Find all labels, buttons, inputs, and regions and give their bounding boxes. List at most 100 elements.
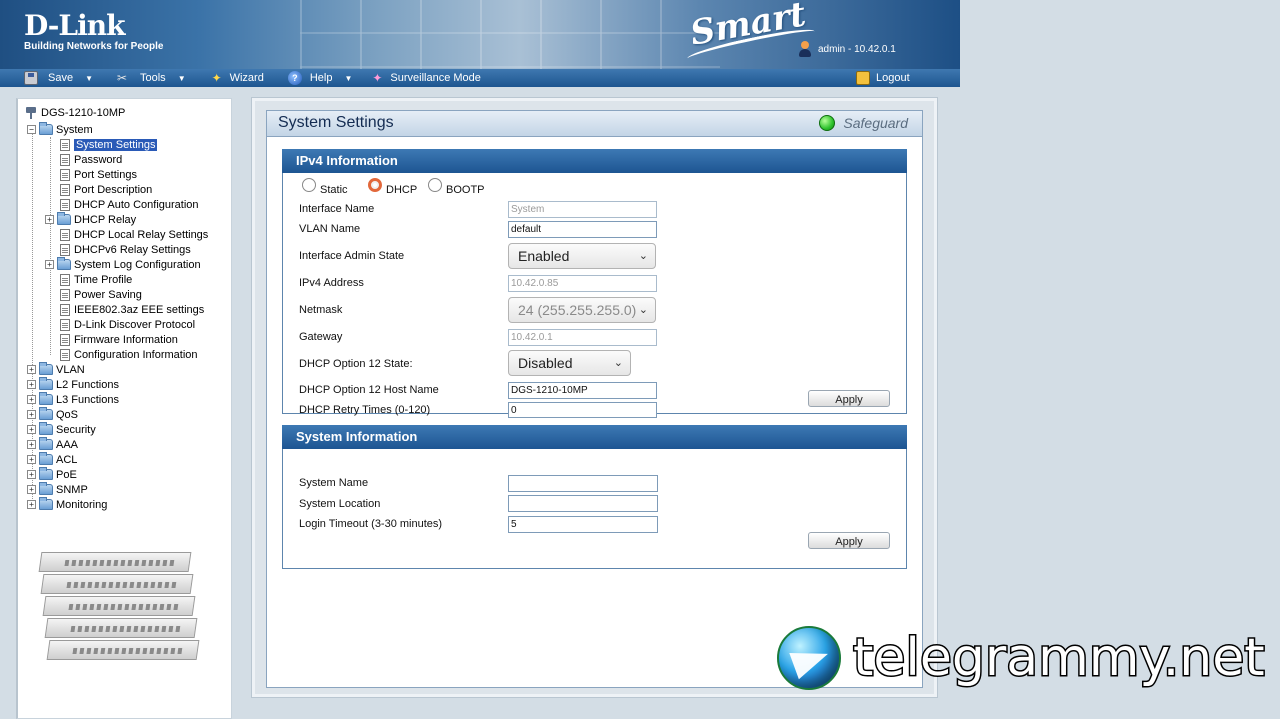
menu-logout[interactable]: Logout (850, 69, 916, 87)
tree-folder-monitoring[interactable]: + Monitoring (27, 497, 107, 512)
folder-icon (39, 437, 53, 450)
tree-root-label: DGS-1210-10MP (41, 106, 126, 119)
tree-folder-qos[interactable]: + QoS (27, 407, 78, 422)
expand-icon[interactable]: + (27, 365, 36, 374)
tree-folder-poe[interactable]: + PoE (27, 467, 77, 482)
tree-folder-aaa[interactable]: + AAA (27, 437, 78, 452)
tree-folder-label: L2 Functions (56, 378, 119, 391)
tree-item-password[interactable]: Password (60, 152, 122, 167)
expand-icon[interactable]: + (27, 380, 36, 389)
opt12-state-select[interactable]: Disabled ⌄ (508, 350, 631, 376)
switch-icon (26, 106, 36, 119)
tree-item-label: D-Link Discover Protocol (74, 318, 196, 331)
tree-item-label: DHCPv6 Relay Settings (74, 243, 191, 256)
tree-folder-system[interactable]: − System (27, 122, 93, 137)
tree-item-firmware[interactable]: Firmware Information (60, 332, 178, 347)
tree-item-port-settings[interactable]: Port Settings (60, 167, 137, 182)
system-location-field[interactable] (508, 495, 658, 512)
wrench-icon: ✂ (117, 71, 128, 85)
menu-help[interactable]: ? Help ▼ (282, 69, 359, 87)
ipv4-address-field[interactable]: 10.42.0.85 (508, 275, 657, 292)
tree-folder-vlan[interactable]: + VLAN (27, 362, 85, 377)
retry-label: DHCP Retry Times (0-120) (299, 404, 431, 416)
watermark: telegrammy.net (777, 626, 1266, 690)
page-icon (60, 228, 70, 241)
sysinfo-heading: System Information (282, 425, 907, 449)
netmask-value: 24 (255.255.255.0) (518, 302, 637, 318)
folder-icon (39, 407, 53, 420)
tree-item-time-profile[interactable]: Time Profile (60, 272, 132, 287)
netmask-select[interactable]: 24 (255.255.255.0) ⌄ (508, 297, 656, 323)
header-banner: D-Link Building Networks for People Smar… (0, 0, 960, 69)
tree-folder-security[interactable]: + Security (27, 422, 96, 437)
tree-folder-l3[interactable]: + L3 Functions (27, 392, 119, 407)
tree-folder-l2[interactable]: + L2 Functions (27, 377, 119, 392)
menu-tools[interactable]: ✂ Tools ▼ (111, 69, 192, 87)
vlan-name-field[interactable]: default (508, 221, 657, 238)
vlan-name-label: VLAN Name (299, 223, 361, 235)
tree-item-eee[interactable]: IEEE802.3az EEE settings (60, 302, 204, 317)
surveillance-icon: ✦ (372, 71, 383, 85)
menu-bar: Save ▼ ✂ Tools ▼ ✦ Wizard ? Help ▼ ✦ Sur… (0, 69, 960, 87)
expand-icon[interactable]: + (27, 455, 36, 464)
tree-item-port-description[interactable]: Port Description (60, 182, 152, 197)
expand-icon[interactable]: + (27, 425, 36, 434)
expand-icon[interactable]: + (27, 500, 36, 509)
tree-folder-snmp[interactable]: + SNMP (27, 482, 88, 497)
tree-folder-dhcp-relay[interactable]: + DHCP Relay (45, 212, 136, 227)
retry-field[interactable]: 0 (508, 402, 657, 418)
radio-bootp[interactable] (428, 178, 442, 192)
menu-wizard[interactable]: ✦ Wizard (204, 69, 270, 87)
tree-item-label: Port Description (74, 183, 153, 196)
safeguard-indicator[interactable]: Safeguard (819, 115, 908, 131)
expand-icon[interactable]: + (27, 410, 36, 419)
folder-icon (39, 377, 53, 390)
expand-icon[interactable]: + (45, 260, 54, 269)
tree-item-power-saving[interactable]: Power Saving (60, 287, 142, 302)
folder-icon (39, 392, 53, 405)
login-timeout-field[interactable]: 5 (508, 516, 658, 533)
expand-icon[interactable]: + (27, 485, 36, 494)
tree-item-dhcpv6-relay[interactable]: DHCPv6 Relay Settings (60, 242, 191, 257)
chevron-down-icon: ⌄ (638, 250, 648, 262)
radio-static[interactable] (302, 178, 316, 192)
menu-save[interactable]: Save ▼ (18, 69, 99, 87)
folder-icon (39, 422, 53, 435)
expand-icon[interactable]: + (27, 440, 36, 449)
admin-state-select[interactable]: Enabled ⌄ (508, 243, 656, 269)
tree-item-discover[interactable]: D-Link Discover Protocol (60, 317, 195, 332)
page-icon (60, 183, 70, 196)
interface-name-field[interactable]: System (508, 201, 657, 218)
logo-brand: D-Link (24, 9, 126, 42)
tree-root[interactable]: DGS-1210-10MP (26, 105, 125, 120)
admin-state-value: Enabled (518, 248, 570, 264)
radio-dhcp[interactable] (368, 178, 382, 192)
page-icon (60, 198, 70, 211)
page-icon (60, 333, 70, 346)
opt12-host-field[interactable]: DGS-1210-10MP (508, 382, 657, 399)
tree-item-config-info[interactable]: Configuration Information (60, 347, 198, 362)
ipv4-apply-button[interactable]: Apply (808, 390, 890, 407)
tree-item-system-settings[interactable]: System Settings (60, 137, 158, 152)
expand-icon[interactable]: + (27, 395, 36, 404)
gateway-field[interactable]: 10.42.0.1 (508, 329, 657, 346)
tree-folder-label: QoS (56, 408, 79, 421)
gateway-label: Gateway (299, 331, 343, 343)
system-name-field[interactable] (508, 475, 658, 492)
expand-icon[interactable]: + (45, 215, 54, 224)
tree-folder-acl[interactable]: + ACL (27, 452, 77, 467)
tree-item-label: Configuration Information (74, 348, 198, 361)
sysinfo-section: System Information System Name System Lo… (282, 425, 907, 569)
tree-folder-syslog[interactable]: + System Log Configuration (45, 257, 201, 272)
tree-folder-label: L3 Functions (56, 393, 119, 406)
menu-tools-label: Tools (140, 72, 166, 84)
sysinfo-apply-button[interactable]: Apply (808, 532, 890, 549)
tree-item-dhcp-auto[interactable]: DHCP Auto Configuration (60, 197, 199, 212)
tree-folder-label: System Log Configuration (74, 258, 201, 271)
switch-unit (38, 552, 192, 572)
expand-icon[interactable]: + (27, 470, 36, 479)
tree-item-dhcp-local-relay[interactable]: DHCP Local Relay Settings (60, 227, 208, 242)
page-icon (60, 243, 70, 256)
menu-surveillance[interactable]: ✦ Surveillance Mode (364, 69, 487, 87)
collapse-icon[interactable]: − (27, 125, 36, 134)
